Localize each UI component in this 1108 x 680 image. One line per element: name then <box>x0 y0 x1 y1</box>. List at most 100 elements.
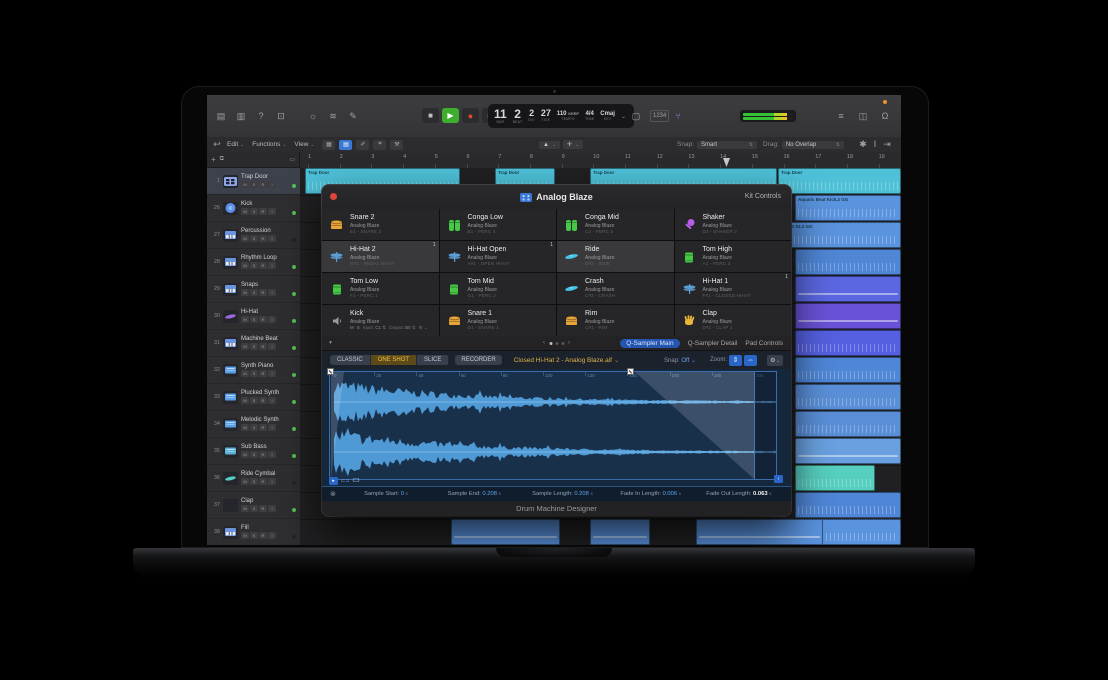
i-button[interactable]: I <box>268 235 276 242</box>
tab-q-sampler-main[interactable]: Q-Sampler Main <box>620 339 679 348</box>
region[interactable] <box>795 249 901 275</box>
s-button[interactable]: S <box>250 343 258 350</box>
m-button[interactable]: M <box>241 343 249 350</box>
list-editors-icon[interactable]: ≡ <box>833 109 849 123</box>
waveform-plot[interactable]: 020406080100120140160180200 <box>329 371 777 480</box>
r-button[interactable]: R <box>259 343 267 350</box>
r-button[interactable]: R <box>259 262 267 269</box>
region[interactable] <box>795 465 875 491</box>
auto-zoom-icon[interactable]: ⇥ <box>883 138 891 152</box>
param-sample-length[interactable]: Sample Length: 0.208 s <box>518 491 606 497</box>
pager-dot[interactable] <box>555 342 558 345</box>
smart-controls-icon[interactable]: ☼ <box>305 109 321 123</box>
track-header-config-button[interactable]: ▭ <box>289 156 295 163</box>
pad-clap[interactable]: ClapAnalog BlazeD#1 - CLAP 1 <box>675 305 792 336</box>
track-row-machine-beat[interactable]: 31Machine BeatMSRI <box>207 330 300 357</box>
drag-selector[interactable]: Drag: No Overlap⇅ <box>763 141 844 149</box>
param-fade-out-length[interactable]: Fade Out Length: 0.063 s <box>695 491 783 497</box>
pad-kick[interactable]: KickAnalog BlazeMSInput: C1 ⇅Output: B0 … <box>322 305 439 336</box>
pad-conga-low[interactable]: Conga LowAnalog BlazeB1 - PERC 4 <box>440 209 557 240</box>
s-button[interactable]: S <box>250 478 258 485</box>
pager-dot[interactable] <box>549 342 552 345</box>
apple-loops-icon[interactable]: Ω <box>877 109 893 123</box>
mode-one-shot[interactable]: ONE SHOT <box>371 355 417 365</box>
record-button[interactable]: ● <box>462 108 479 123</box>
m-button[interactable]: M <box>241 424 249 431</box>
quick-help-icon[interactable]: ? <box>253 109 269 123</box>
waveform-display[interactable]: 020406080100120140160180200 ▸ ⊏⊐ C3 ‹ <box>322 369 791 486</box>
snap-setting[interactable]: Snap: Off ⌄ <box>664 357 696 364</box>
menu-functions[interactable]: Functions ⌄ <box>252 141 286 148</box>
m-button[interactable]: M <box>241 478 249 485</box>
vertical-zoom-button[interactable]: ⇕ <box>729 355 742 366</box>
stop-button[interactable]: ■ <box>422 108 439 123</box>
m-button[interactable]: M <box>241 370 249 377</box>
recorder-button[interactable]: RECORDER <box>455 355 501 365</box>
i-button[interactable]: I <box>268 397 276 404</box>
m-button[interactable]: M <box>241 532 249 539</box>
share-icon[interactable]: ☝ <box>899 109 901 123</box>
disclosure-triangle-icon[interactable]: ▼ <box>328 340 333 346</box>
i-button[interactable]: I <box>268 316 276 323</box>
region-trap-door[interactable]: Trap Door <box>778 168 901 194</box>
s-button[interactable]: S <box>250 262 258 269</box>
pointer-tool-selector[interactable]: ▲⌄ <box>539 141 560 149</box>
i-button[interactable]: I <box>268 370 276 377</box>
r-button[interactable]: R <box>259 397 267 404</box>
play-button[interactable]: ▶ <box>442 108 459 123</box>
param-sample-start[interactable]: Sample Start: 0 s <box>342 491 430 497</box>
i-button[interactable]: I <box>268 181 276 188</box>
menu-edit[interactable]: Edit ⌄ <box>227 141 244 148</box>
region[interactable] <box>795 411 901 437</box>
track-row-snaps[interactable]: 29SnapsMSRI <box>207 276 300 303</box>
pad-tom-high[interactable]: Tom HighAnalog BlazeA1 - PERC 3 <box>675 241 792 272</box>
track-row-rhythm-loop[interactable]: 28Rhythm LoopMSRI <box>207 249 300 276</box>
info-close-icon[interactable]: ⊗ <box>330 490 336 498</box>
menu-view[interactable]: View ⌄ <box>294 141 314 148</box>
lcd-chevron-icon[interactable]: ⌄ <box>621 113 626 120</box>
plugin-title-bar[interactable]: Analog Blaze <box>322 185 791 210</box>
param-sample-end[interactable]: Sample End: 0.208 s <box>430 491 518 497</box>
lcd-display[interactable]: 11BAR 2BEAT 2DIV 27TICK 110 KEEPTEMPO 4/… <box>488 104 634 128</box>
fade-in-handle[interactable] <box>327 368 334 375</box>
i-button[interactable]: I <box>268 262 276 269</box>
m-button[interactable]: M <box>241 316 249 323</box>
region[interactable] <box>795 384 901 410</box>
display-mode-button[interactable]: ▢ <box>628 109 644 123</box>
catch-icon[interactable]: ✱ <box>859 138 867 152</box>
tab-pad-controls[interactable]: Pad Controls <box>745 340 783 347</box>
track-row-kick[interactable]: 26KickMSRI <box>207 195 300 222</box>
i-button[interactable]: I <box>268 532 276 539</box>
s-button[interactable]: S <box>250 289 258 296</box>
s-button[interactable]: S <box>250 451 258 458</box>
pager-next-icon[interactable]: › <box>568 340 570 346</box>
m-button[interactable]: M <box>241 235 249 242</box>
mixer-icon[interactable]: ≋ <box>325 109 341 123</box>
region[interactable] <box>451 519 560 545</box>
tuner-icon[interactable]: ⑂ <box>675 111 680 121</box>
pad-snare-2[interactable]: Snare 2Analog BlazeE1 - SNARE 2 <box>322 209 439 240</box>
pad-hi-hat-open[interactable]: Hi-Hat OpenAnalog BlazeA#1 - OPEN HIHAT1 <box>440 241 557 272</box>
region[interactable] <box>696 519 823 545</box>
inspector-icon[interactable]: ▥ <box>233 109 249 123</box>
r-button[interactable]: R <box>259 289 267 296</box>
track-row-trap-door[interactable]: 1Trap DoorMSRI <box>207 168 300 195</box>
s-button[interactable]: S <box>250 505 258 512</box>
secondary-tool-selector[interactable]: ✛⌄ <box>563 140 583 149</box>
pad-tom-low[interactable]: Tom LowAnalog BlazeF1 - PERC 1 <box>322 273 439 304</box>
kit-controls-button[interactable]: Kit Controls <box>745 193 781 200</box>
piano-roll-icon[interactable]: ▤ <box>339 140 352 150</box>
region[interactable] <box>795 492 901 518</box>
r-button[interactable]: R <box>259 208 267 215</box>
fade-out-handle[interactable] <box>627 368 634 375</box>
region[interactable] <box>795 357 901 383</box>
waveform-zoom-icon[interactable]: Ⅰ <box>871 138 879 152</box>
r-button[interactable]: R <box>259 478 267 485</box>
editors-icon[interactable]: ✎ <box>345 109 361 123</box>
r-button[interactable]: R <box>259 316 267 323</box>
r-button[interactable]: R <box>259 235 267 242</box>
sample-file-selector[interactable]: Closed Hi-Hat 2 - Analog Blaze.aif ⌄ <box>514 356 620 364</box>
zoom-slider-icons[interactable]: ✱ Ⅰ ⇥ <box>859 138 891 152</box>
region[interactable] <box>795 303 901 329</box>
i-button[interactable]: I <box>268 208 276 215</box>
